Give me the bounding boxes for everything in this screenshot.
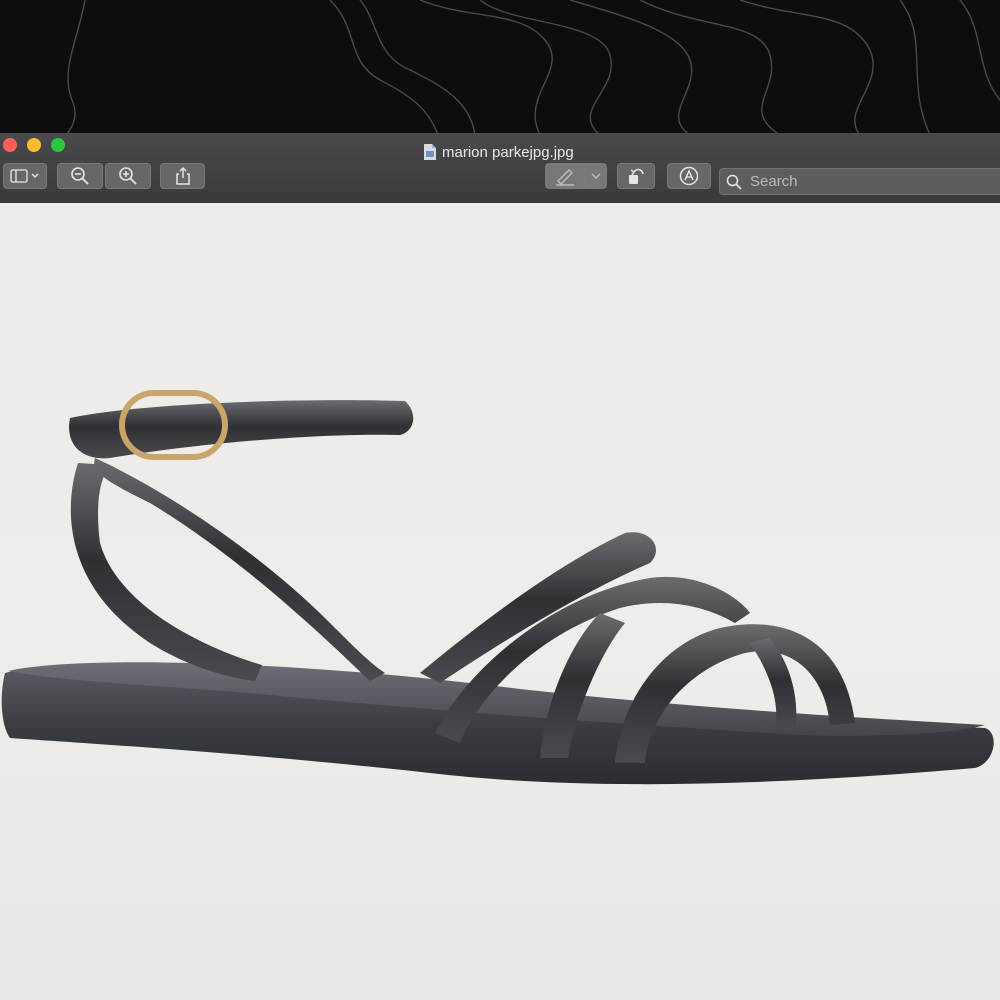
window-toolbar: marion parkejpg.jpg [0,133,1000,204]
rotate-button[interactable] [617,163,655,189]
preview-window: marion parkejpg.jpg [0,133,1000,1000]
minimize-button[interactable] [27,138,41,152]
close-button[interactable] [3,138,17,152]
share-button[interactable] [160,163,205,189]
rotate-icon [629,168,644,184]
window-title: marion parkejpg.jpg [424,142,574,162]
window-title-text: marion parkejpg.jpg [442,143,574,161]
search-field[interactable] [719,168,1000,195]
zoom-out-button[interactable] [57,163,103,189]
sidebar-icon [10,169,39,183]
maximize-button[interactable] [51,138,65,152]
zoom-in-icon [119,167,137,185]
search-input[interactable] [748,172,992,191]
desktop-wallpaper [0,0,1000,135]
chevron-down-icon [591,173,601,180]
sandal-photo [1,390,994,785]
image-canvas [0,203,1000,1000]
zoom-out-icon [71,167,89,185]
file-icon [424,144,436,160]
search-icon [726,174,742,190]
annotate-button[interactable] [667,163,711,189]
markup-pen-button[interactable] [545,163,585,189]
annotate-icon [679,166,699,186]
zoom-in-button[interactable] [105,163,151,189]
share-icon [175,166,190,185]
sidebar-toggle-button[interactable] [3,163,47,189]
pen-icon [556,169,574,186]
markup-dropdown-button[interactable] [585,163,607,189]
